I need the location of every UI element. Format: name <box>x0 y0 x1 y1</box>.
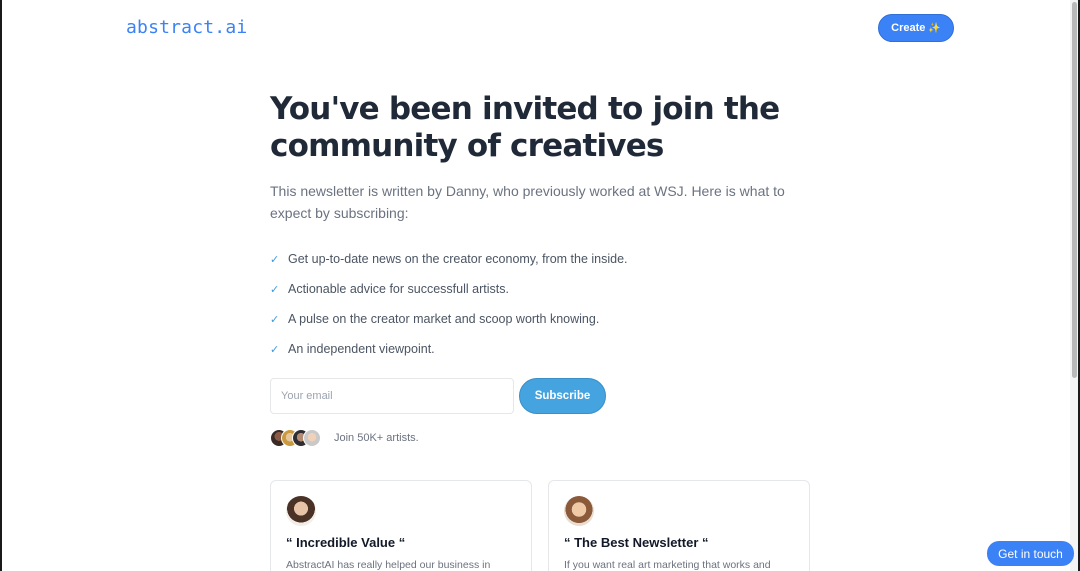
testimonial-avatar <box>564 496 594 526</box>
feature-text: A pulse on the creator market and scoop … <box>288 312 600 326</box>
feature-list: ✓ Get up-to-date news on the creator eco… <box>270 244 628 364</box>
scrollbar-thumb[interactable] <box>1072 2 1077 378</box>
testimonial-card: “ The Best Newsletter “ If you want real… <box>548 480 810 571</box>
feature-text: Get up-to-date news on the creator econo… <box>288 252 628 266</box>
testimonial-text: If you want real art marketing that work… <box>564 559 771 571</box>
feature-item: ✓ A pulse on the creator market and scoo… <box>270 304 628 334</box>
intro-text: This newsletter is written by Danny, who… <box>270 183 785 221</box>
sparkles-icon: ✨ <box>928 22 941 34</box>
feature-item: ✓ Actionable advice for successfull arti… <box>270 274 628 304</box>
testimonial-avatar <box>286 496 316 526</box>
create-button[interactable]: Create ✨ <box>878 14 954 42</box>
logo[interactable]: abstract.ai <box>126 17 247 38</box>
get-in-touch-button[interactable]: Get in touch <box>987 541 1074 566</box>
check-icon: ✓ <box>270 283 280 296</box>
create-button-label: Create <box>891 22 926 34</box>
subscribe-button[interactable]: Subscribe <box>519 378 606 414</box>
testimonial-title: “ The Best Newsletter “ <box>564 535 709 550</box>
social-proof-text: Join 50K+ artists. <box>334 432 419 444</box>
email-placeholder: Your email <box>281 390 333 402</box>
feature-item: ✓ An independent viewpoint. <box>270 334 628 364</box>
email-input[interactable]: Your email <box>270 378 514 414</box>
feature-text: Actionable advice for successfull artist… <box>288 282 509 296</box>
testimonial-card: “ Incredible Value “ AbstractAI has real… <box>270 480 532 571</box>
check-icon: ✓ <box>270 253 280 266</box>
check-icon: ✓ <box>270 313 280 326</box>
avatar <box>303 429 321 447</box>
testimonial-text: AbstractAI has really helped our busines… <box>286 559 491 571</box>
feature-item: ✓ Get up-to-date news on the creator eco… <box>270 244 628 274</box>
window-frame-left <box>0 0 2 571</box>
page-title: You've been invited to join the communit… <box>270 91 780 164</box>
feature-text: An independent viewpoint. <box>288 342 435 356</box>
check-icon: ✓ <box>270 343 280 356</box>
testimonial-title: “ Incredible Value “ <box>286 535 406 550</box>
